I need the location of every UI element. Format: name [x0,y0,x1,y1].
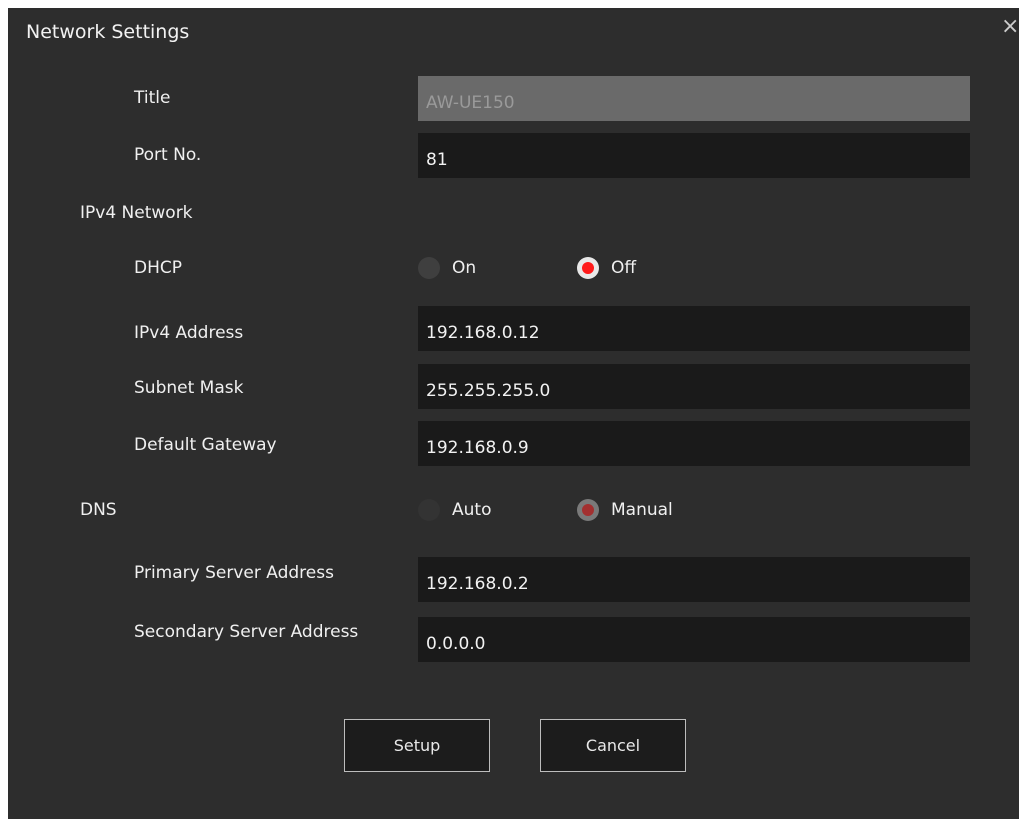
dns-manual-label: Manual [611,500,673,520]
setup-button[interactable]: Setup [344,719,490,772]
port-field[interactable] [418,133,970,178]
radio-checked-icon [577,257,599,279]
dhcp-on-radio[interactable]: On [418,257,476,279]
default-gateway-label: Default Gateway [134,435,277,455]
ipv4-address-label: IPv4 Address [134,323,244,343]
dns-auto-label: Auto [452,500,492,520]
port-label: Port No. [134,145,202,165]
network-settings-dialog: Network Settings × Title Port No. IPv4 N… [8,8,1019,819]
secondary-dns-field[interactable] [418,617,970,662]
subnet-mask-field[interactable] [418,364,970,409]
radio-unchecked-icon [418,257,440,279]
radio-unchecked-icon [418,499,440,521]
secondary-dns-label: Secondary Server Address [134,622,359,642]
dns-label: DNS [80,500,117,520]
dialog-title: Network Settings [26,21,190,43]
title-field [418,76,970,121]
close-icon[interactable]: × [1001,14,1019,40]
radio-checked-icon [577,499,599,521]
dhcp-off-radio[interactable]: Off [577,257,636,279]
ipv4-address-field[interactable] [418,306,970,351]
dhcp-on-label: On [452,258,477,278]
dns-manual-radio[interactable]: Manual [577,499,673,521]
default-gateway-field[interactable] [418,421,970,466]
title-label: Title [134,88,171,108]
ipv4-network-heading: IPv4 Network [80,203,193,223]
dns-auto-radio[interactable]: Auto [418,499,491,521]
primary-dns-field[interactable] [418,557,970,602]
subnet-mask-label: Subnet Mask [134,378,244,398]
primary-dns-label: Primary Server Address [134,563,334,583]
dhcp-label: DHCP [134,258,182,278]
dhcp-off-label: Off [611,258,637,278]
cancel-button[interactable]: Cancel [540,719,686,772]
